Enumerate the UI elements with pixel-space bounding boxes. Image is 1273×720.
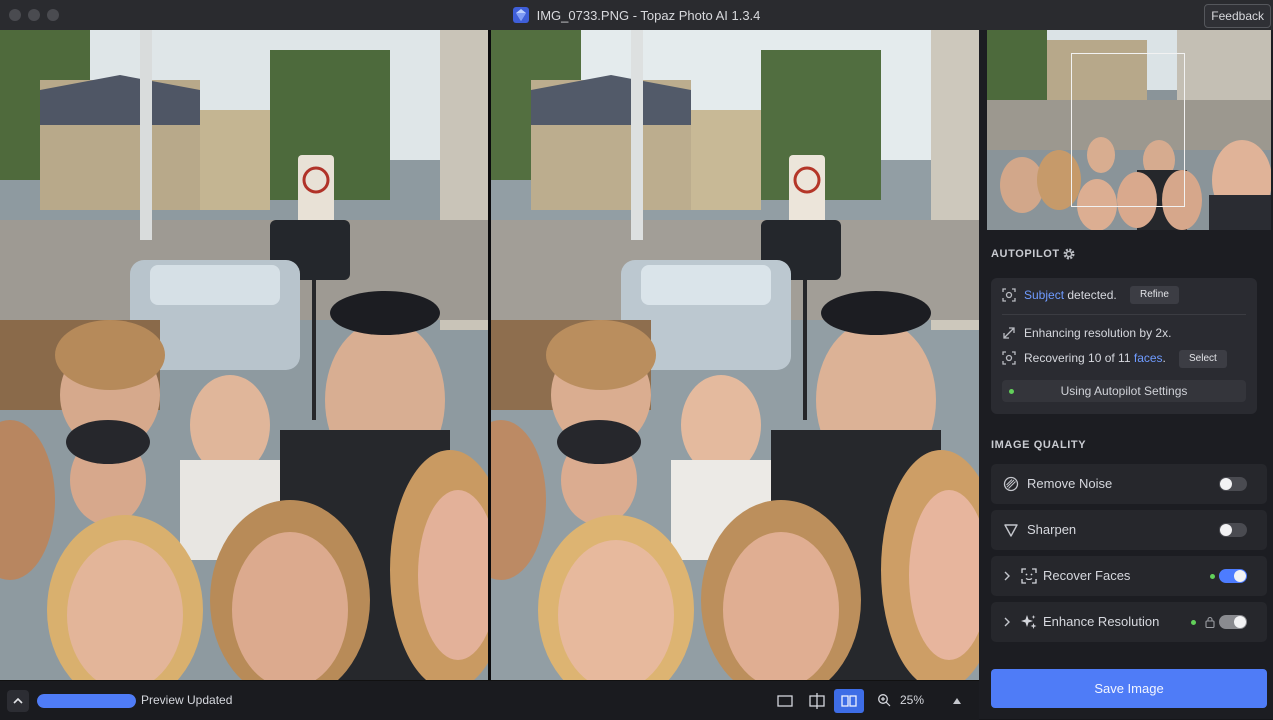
- recover-faces-icon: [1021, 568, 1037, 584]
- remove-noise-toggle-knob: [1220, 478, 1232, 490]
- save-image-button[interactable]: Save Image: [991, 669, 1267, 708]
- recover-faces-row[interactable]: Recover Faces: [991, 556, 1267, 596]
- faces-link[interactable]: faces: [1134, 351, 1163, 365]
- enhance-resolution-label: Enhance Resolution: [1043, 614, 1160, 629]
- feedback-button[interactable]: Feedback: [1204, 4, 1271, 28]
- autopilot-title: AUTOPILOT: [991, 248, 1060, 260]
- autopilot-settings-button[interactable]: Using Autopilot Settings: [1002, 380, 1246, 402]
- title-bar: IMG_0733.PNG - Topaz Photo AI 1.3.4 Feed…: [0, 0, 1273, 31]
- faces-suffix: .: [1162, 351, 1166, 365]
- subject-link[interactable]: Subject: [1024, 288, 1064, 302]
- window-title-text: IMG_0733.PNG - Topaz Photo AI 1.3.4: [536, 7, 761, 23]
- single-view-icon: [777, 695, 793, 707]
- recover-faces-toggle-knob: [1234, 570, 1246, 582]
- zoom-level[interactable]: 25%: [900, 693, 924, 707]
- preview-progress-fill: [37, 694, 136, 708]
- remove-noise-toggle[interactable]: [1219, 477, 1247, 491]
- recover-faces-label: Recover Faces: [1043, 568, 1131, 583]
- topaz-app-icon: [512, 7, 529, 23]
- autopilot-separator: [1002, 314, 1246, 315]
- sharpen-icon: [1004, 524, 1018, 537]
- chevron-up-icon: [13, 697, 23, 704]
- navigator-viewport-frame[interactable]: [1071, 53, 1185, 207]
- sharpen-toggle-knob: [1220, 524, 1232, 536]
- right-panel: AUTOPILOT Subject detected. Refine Enhan…: [979, 30, 1273, 719]
- resolution-text: Enhancing resolution by 2x.: [1024, 326, 1172, 340]
- refine-button[interactable]: Refine: [1130, 286, 1179, 304]
- faces-text: Recovering 10 of 11 faces.: [1024, 351, 1166, 365]
- face-detect-icon: [1002, 351, 1016, 365]
- chevron-right-icon[interactable]: [1003, 570, 1011, 582]
- navigator-thumbnail[interactable]: [987, 30, 1271, 230]
- resolution-row: Enhancing resolution by 2x.: [1002, 326, 1171, 340]
- preview-status-text: Preview Updated: [141, 693, 233, 707]
- original-photo: [0, 30, 488, 680]
- gear-icon[interactable]: [1063, 248, 1075, 260]
- expand-arrows-icon: [1003, 327, 1015, 339]
- side-by-side-view-icon: [841, 695, 857, 707]
- image-quality-title: IMAGE QUALITY: [991, 439, 1087, 451]
- chevron-right-icon[interactable]: [1003, 616, 1011, 628]
- lock-icon[interactable]: [1205, 616, 1215, 628]
- select-faces-button[interactable]: Select: [1179, 350, 1227, 368]
- subject-detect-icon: [1002, 288, 1016, 302]
- single-view-button[interactable]: [770, 689, 800, 713]
- preview-progress-bar: [37, 694, 136, 708]
- processed-photo: [491, 30, 979, 680]
- enhance-resolution-active-dot: [1191, 620, 1196, 625]
- sharpen-label: Sharpen: [1027, 522, 1077, 537]
- subject-row: Subject detected.: [1002, 288, 1117, 302]
- remove-noise-icon: [1003, 476, 1019, 492]
- bottom-toolbar: Preview Updated 25%: [0, 680, 979, 720]
- recover-faces-toggle[interactable]: [1219, 569, 1247, 583]
- side-by-side-view-button[interactable]: [834, 689, 864, 713]
- remove-noise-row[interactable]: Remove Noise: [991, 464, 1267, 504]
- image-viewer[interactable]: [0, 30, 979, 680]
- split-view-button[interactable]: [802, 689, 832, 713]
- enhance-resolution-row[interactable]: Enhance Resolution: [991, 602, 1267, 642]
- subject-detected-text: detected.: [1064, 288, 1117, 302]
- window-title: IMG_0733.PNG - Topaz Photo AI 1.3.4: [0, 0, 1273, 30]
- enhance-resolution-icon: [1021, 615, 1037, 629]
- recover-faces-active-dot: [1210, 574, 1215, 579]
- subject-text: Subject detected.: [1024, 288, 1117, 302]
- faces-prefix: Recovering 10 of 11: [1024, 351, 1134, 365]
- enhance-resolution-toggle-knob: [1234, 616, 1246, 628]
- zoom-icon[interactable]: [877, 693, 891, 707]
- sharpen-row[interactable]: Sharpen: [991, 510, 1267, 550]
- autopilot-card: Subject detected. Refine Enhancing resol…: [991, 278, 1257, 414]
- zoom-dropdown-icon[interactable]: [952, 697, 962, 705]
- processed-image-pane[interactable]: [491, 30, 979, 680]
- sharpen-toggle[interactable]: [1219, 523, 1247, 537]
- original-image-pane[interactable]: [0, 30, 488, 680]
- autopilot-settings-label: Using Autopilot Settings: [1060, 384, 1188, 398]
- expand-panel-button[interactable]: [7, 690, 29, 712]
- remove-noise-label: Remove Noise: [1027, 476, 1113, 491]
- autopilot-status-dot: [1009, 389, 1014, 394]
- faces-row: Recovering 10 of 11 faces.: [1002, 351, 1166, 365]
- split-view-icon: [809, 693, 825, 709]
- enhance-resolution-toggle[interactable]: [1219, 615, 1247, 629]
